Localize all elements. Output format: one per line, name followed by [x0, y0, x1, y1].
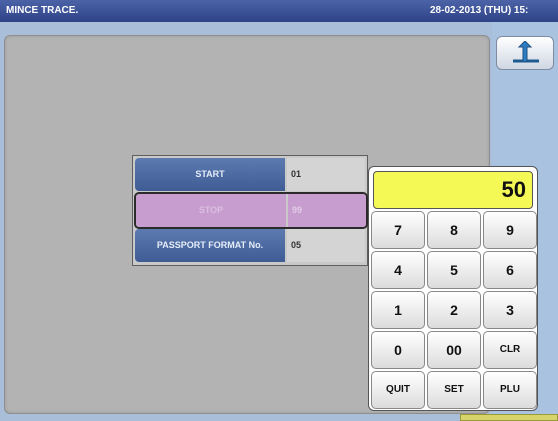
- setting-label-start: START: [135, 158, 285, 191]
- setting-value-start: 01: [287, 158, 365, 191]
- key-set[interactable]: SET: [427, 371, 481, 409]
- key-3[interactable]: 3: [483, 291, 537, 329]
- key-0[interactable]: 0: [371, 331, 425, 369]
- trace-settings-table: START 01 STOP 99 PASSPORT FORMAT No. 05: [132, 155, 368, 266]
- setting-label-passport-format: PASSPORT FORMAT No.: [135, 229, 285, 262]
- key-9[interactable]: 9: [483, 211, 537, 249]
- key-4[interactable]: 4: [371, 251, 425, 289]
- setting-label-stop: STOP: [136, 194, 286, 227]
- top-strip: [0, 22, 492, 36]
- key-plu[interactable]: PLU: [483, 371, 537, 409]
- key-7[interactable]: 7: [371, 211, 425, 249]
- key-8[interactable]: 8: [427, 211, 481, 249]
- bottom-tab[interactable]: [460, 414, 558, 421]
- return-arrow-icon: [513, 41, 539, 63]
- setting-value-stop: 99: [288, 194, 366, 227]
- date-time: 28-02-2013 (THU) 15:: [430, 5, 529, 16]
- key-00[interactable]: 00: [427, 331, 481, 369]
- key-1[interactable]: 1: [371, 291, 425, 329]
- setting-row-passport-format[interactable]: PASSPORT FORMAT No. 05: [135, 229, 365, 262]
- key-quit[interactable]: QUIT: [371, 371, 425, 409]
- key-2[interactable]: 2: [427, 291, 481, 329]
- title-bar: MINCE TRACE. 28-02-2013 (THU) 15:: [0, 0, 558, 22]
- key-6[interactable]: 6: [483, 251, 537, 289]
- setting-row-stop[interactable]: STOP 99: [134, 192, 368, 229]
- setting-value-passport-format: 05: [287, 229, 365, 262]
- keypad-display: 50: [373, 171, 533, 209]
- key-5[interactable]: 5: [427, 251, 481, 289]
- screen-title: MINCE TRACE.: [6, 5, 79, 16]
- key-clear[interactable]: CLR: [483, 331, 537, 369]
- back-button[interactable]: [496, 36, 554, 70]
- numeric-keypad: 50 7 8 9 4 5 6 1 2 3 0 00 CLR QUIT SET P…: [368, 166, 538, 411]
- setting-row-start[interactable]: START 01: [135, 158, 365, 191]
